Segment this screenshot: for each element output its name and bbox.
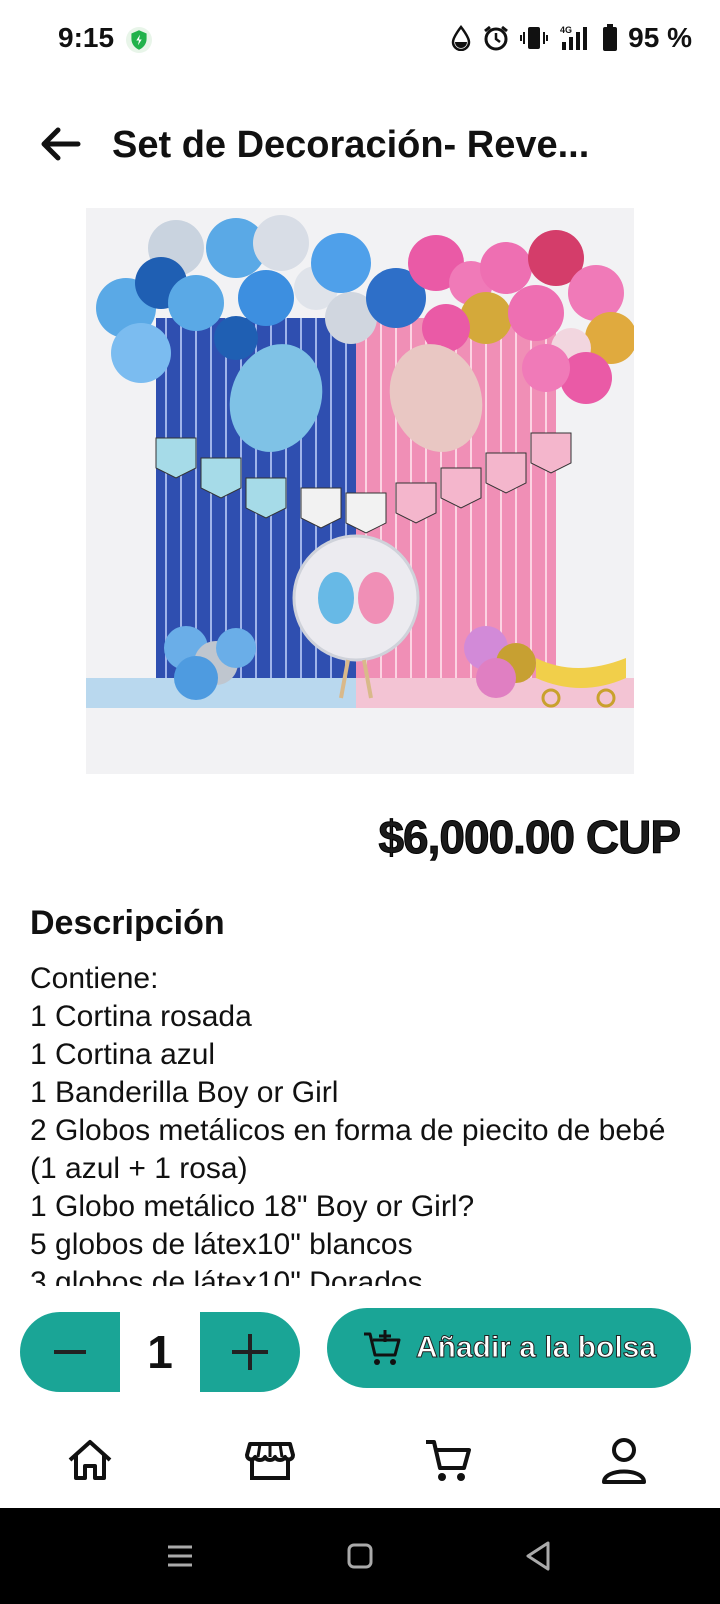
page-title: Set de Decoración- Reve... [112,124,590,166]
status-icons: 4G 95 % [450,22,692,54]
product-price: $6,000.00 CUP [378,811,682,864]
nav-store[interactable] [240,1430,300,1490]
nav-cart[interactable] [418,1430,478,1490]
add-to-cart-icon [363,1330,401,1365]
back-arrow-icon[interactable] [38,124,82,164]
description-line: 1 Banderilla Boy or Girl [30,1076,339,1109]
nav-home[interactable] [60,1430,120,1490]
description-body: Contiene: 1 Cortina rosada 1 Cortina azu… [30,960,670,1286]
product-photo [86,208,634,774]
battery-icon [603,24,618,51]
system-back-icon[interactable] [518,1538,558,1574]
vibrate-icon [520,27,549,49]
battery-level: 95 % [628,22,692,53]
cart-icon [426,1440,471,1481]
description-line: 1 Cortina azul [30,1038,216,1071]
status-time: 9:15 [58,22,115,53]
description-line: 2 Globos metálicos en forma de piecito d… [30,1114,666,1185]
nav-profile[interactable] [594,1430,654,1490]
app-header: Set de Decoración- Reve... [0,110,720,180]
shield-icon [126,27,152,53]
system-navigation-bar [0,1508,720,1604]
add-to-bag-label: Añadir a la bolsa [415,1331,657,1365]
quantity-stepper: 1 [20,1312,300,1392]
home-button-icon[interactable] [340,1538,380,1574]
data-saver-icon [451,25,471,51]
increase-quantity-button[interactable] [200,1312,300,1392]
product-image[interactable] [86,208,634,774]
add-to-bag-button[interactable]: Añadir a la bolsa [327,1308,691,1388]
quantity-value: 1 [147,1326,173,1378]
svg-text:4G: 4G [560,25,572,35]
signal-icon: 4G [560,25,588,50]
description-line: 5 globos de látex10" blancos [30,1228,413,1261]
description-line: 3 globos de látex10" Dorados [30,1266,423,1286]
description-line: Contiene: [30,962,159,995]
minus-icon [54,1350,86,1354]
description-line: 1 Cortina rosada [30,1000,252,1033]
recent-apps-icon[interactable] [160,1538,200,1574]
description-heading: Descripción [30,904,225,942]
alarm-icon [484,25,509,51]
bottom-navigation [0,1418,720,1508]
profile-icon [602,1438,646,1484]
decrease-quantity-button[interactable] [20,1312,120,1392]
store-icon [245,1442,295,1480]
description-line: 1 Globo metálico 18" Boy or Girl? [30,1190,475,1223]
home-icon [68,1440,112,1480]
plus-icon [232,1334,268,1370]
status-bar: 9:15 4G 95 % [0,0,720,80]
